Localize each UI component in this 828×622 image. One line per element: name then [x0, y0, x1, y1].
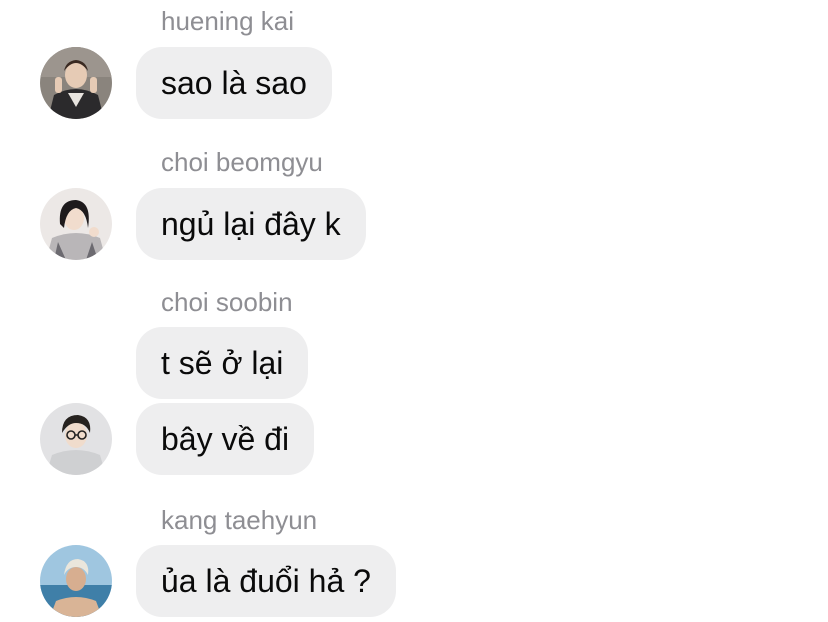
- sender-name: huening kai: [161, 6, 294, 36]
- message-text: bây về đi: [161, 420, 290, 457]
- message-text: t sẽ ở lại: [161, 344, 284, 381]
- user-avatar-icon[interactable]: [40, 545, 112, 617]
- group-chat-thread: huening kai sao là sao choi beomgyu ngủ: [0, 0, 828, 622]
- user-avatar-icon[interactable]: [40, 47, 112, 119]
- message-bubble[interactable]: sao là sao: [136, 47, 332, 119]
- user-avatar-icon[interactable]: [40, 403, 112, 475]
- message-bubble[interactable]: ngủ lại đây k: [136, 188, 366, 260]
- message-text: ủa là đuổi hả ?: [161, 562, 371, 599]
- sender-name: choi soobin: [161, 287, 293, 317]
- message-text: ngủ lại đây k: [161, 205, 341, 242]
- message-text: sao là sao: [161, 64, 307, 101]
- user-avatar-icon[interactable]: [40, 188, 112, 260]
- sender-name: kang taehyun: [161, 505, 318, 535]
- sender-name: choi beomgyu: [161, 147, 323, 177]
- message-bubble[interactable]: ủa là đuổi hả ?: [136, 545, 396, 617]
- message-bubble[interactable]: t sẽ ở lại: [136, 327, 309, 399]
- message-bubble[interactable]: bây về đi: [136, 403, 315, 475]
